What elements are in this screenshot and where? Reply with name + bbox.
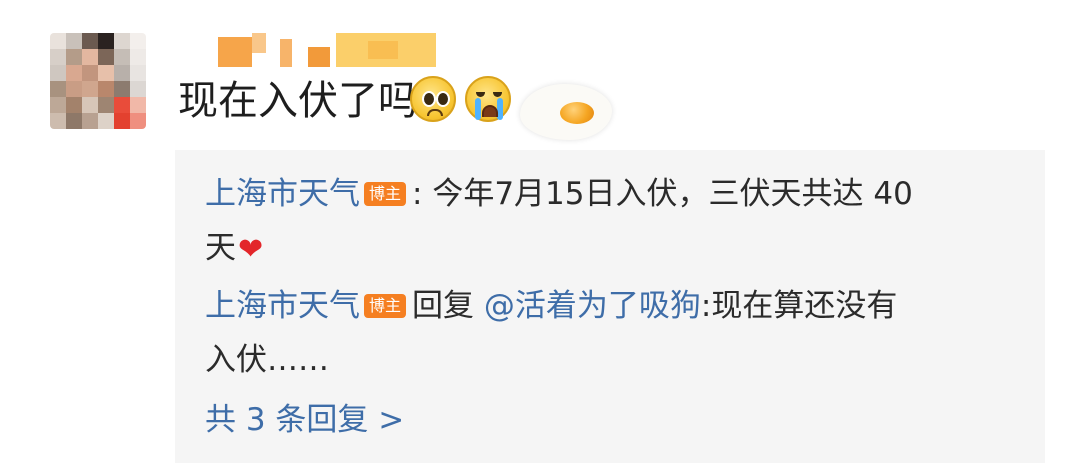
blogger-badge: 博主 — [364, 293, 407, 318]
more-replies-link[interactable]: 共 3 条回复 > — [205, 392, 404, 448]
blogger-badge: 博主 — [364, 181, 407, 206]
reply-separator: : — [412, 176, 423, 212]
reply-text-continued: 入伏…… — [205, 332, 329, 388]
reply-text-line2: 入伏…… — [205, 342, 329, 378]
reply-section: 上海市天气 博主: 今年7月15日入伏，三伏天共达 40 天❤ 上海市天气 博主 回复… — [175, 150, 1045, 463]
reply-text: :现在算还没有 — [700, 288, 898, 324]
mention-link[interactable]: @活着为了吸狗 — [484, 288, 701, 324]
reply-author[interactable]: 上海市天气 — [205, 176, 360, 212]
reply-author[interactable]: 上海市天气 — [205, 288, 360, 324]
reply-text-line2: 天 — [205, 230, 236, 266]
username-obscured[interactable] — [218, 33, 438, 67]
reply-item[interactable]: 上海市天气 博主: 今年7月15日入伏，三伏天共达 40 — [205, 166, 913, 222]
heart-icon: ❤ — [238, 231, 264, 267]
pleading-face-icon — [410, 76, 456, 122]
fried-egg-sticker-icon — [520, 78, 612, 144]
reply-word: 回复 — [412, 288, 475, 324]
comment-text: 现在入伏了吗 — [178, 78, 418, 124]
reply-item[interactable]: 上海市天气 博主 回复 @活着为了吸狗:现在算还没有 — [205, 278, 897, 334]
comment-card: 现在入伏了吗 上海市天气 博主: 今年7月15日入伏，三伏天共达 40 天❤ 上海… — [0, 0, 1080, 473]
crying-face-icon — [465, 76, 511, 122]
avatar[interactable] — [50, 33, 146, 129]
reply-text: 今年7月15日入伏，三伏天共达 40 — [432, 176, 913, 212]
reply-text-continued: 天❤ — [205, 220, 263, 278]
